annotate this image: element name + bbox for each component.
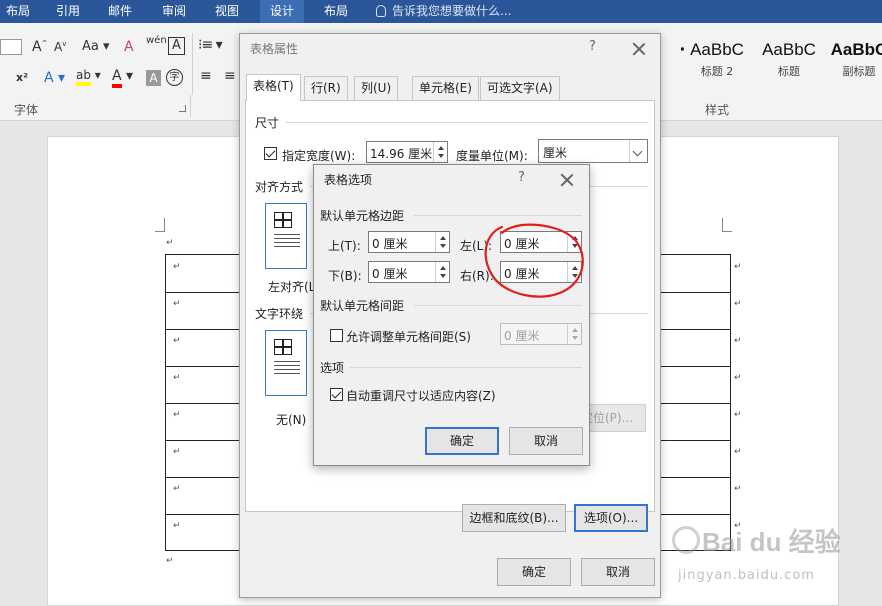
align-left-option[interactable] xyxy=(265,203,307,269)
align-left-icon xyxy=(274,212,300,256)
tab-alt-text[interactable]: 可选文字(A) xyxy=(480,76,560,100)
dialog-launcher-icon[interactable] xyxy=(179,105,186,112)
spin-arrows-icon xyxy=(433,142,447,162)
autoresize-checkbox[interactable] xyxy=(330,388,343,401)
bullets-icon[interactable]: ⁝≡ ▾ xyxy=(198,37,223,53)
right-margin-label: 右(R): xyxy=(460,269,494,283)
bottom-margin-spinner[interactable]: 0 厘米 xyxy=(368,261,450,283)
tab-review[interactable]: 审阅 xyxy=(160,0,188,23)
spin-arrows-icon xyxy=(567,232,581,252)
style-subtitle[interactable]: AaBbC 副标题 xyxy=(824,37,882,79)
highlight-icon[interactable]: ab ▾ xyxy=(76,68,101,86)
wrap-none-icon xyxy=(274,339,300,383)
align-left-icon[interactable]: ≡ xyxy=(200,68,212,84)
tab-table-layout[interactable]: 布局 xyxy=(322,0,350,23)
preferred-width-label: 指定宽度(W): xyxy=(282,149,356,163)
style-heading-2[interactable]: AaBbC 标题 2 xyxy=(680,37,754,79)
cell-margins-section-title: 默认单元格边距 xyxy=(320,209,405,223)
enclose-characters-icon[interactable]: 字 xyxy=(166,69,183,86)
left-margin-spinner[interactable]: 0 厘米 xyxy=(500,231,582,253)
text-effects-icon[interactable]: A ▾ xyxy=(44,70,65,86)
cancel-button[interactable]: 取消 xyxy=(581,558,655,586)
wrapping-none-option[interactable] xyxy=(265,330,307,396)
dialog-title: 表格选项 xyxy=(324,173,373,187)
style-title[interactable]: AaBbC 标题 xyxy=(752,37,826,79)
character-border-icon[interactable]: A xyxy=(168,37,185,55)
tab-layout[interactable]: 布局 xyxy=(4,0,32,23)
grow-font-icon[interactable]: A^ xyxy=(32,39,47,55)
wrapping-section-title: 文字环绕 xyxy=(255,307,304,321)
lightbulb-icon xyxy=(376,5,386,17)
tab-table[interactable]: 表格(T) xyxy=(246,74,301,101)
ok-button[interactable]: 确定 xyxy=(425,427,499,455)
close-icon[interactable] xyxy=(632,42,646,56)
styles-group-label: 样式 xyxy=(705,103,730,117)
phonetic-guide-icon[interactable]: wén xyxy=(146,35,167,46)
ok-button[interactable]: 确定 xyxy=(497,558,571,586)
options-button[interactable]: 选项(O)... xyxy=(574,504,648,532)
tab-design[interactable]: 设计 xyxy=(260,0,305,23)
superscript-icon[interactable]: x² xyxy=(16,71,28,84)
preferred-width-spinner[interactable]: 14.96 厘米 xyxy=(366,141,448,163)
shrink-font-icon[interactable]: Av xyxy=(54,40,66,54)
cell-spacing-spinner[interactable]: 0 厘米 xyxy=(500,323,582,345)
right-margin-spinner[interactable]: 0 厘米 xyxy=(500,261,582,283)
bottom-margin-label: 下(B): xyxy=(328,269,362,283)
character-shading-icon[interactable]: A xyxy=(146,70,161,86)
tell-me-search[interactable]: 告诉我您想要做什么... xyxy=(376,0,511,23)
spin-arrows-icon xyxy=(567,324,581,344)
tab-cell[interactable]: 单元格(E) xyxy=(412,76,479,100)
allow-spacing-checkbox[interactable] xyxy=(330,329,343,342)
ribbon-tab-bar: 布局 引用 邮件 审阅 视图 设计 布局 告诉我您想要做什么... xyxy=(0,0,882,23)
font-group-label: 字体 xyxy=(14,103,39,117)
chevron-down-icon xyxy=(629,140,647,162)
measure-in-label: 度量单位(M): xyxy=(456,149,528,163)
borders-shading-button[interactable]: 边框和底纹(B)... xyxy=(462,504,566,532)
allow-spacing-label: 允许调整单元格间距(S) xyxy=(346,330,471,344)
alignment-section-title: 对齐方式 xyxy=(255,180,304,194)
paragraph-mark: ↵ xyxy=(166,238,174,248)
help-icon[interactable]: ? xyxy=(589,39,596,54)
help-icon[interactable]: ? xyxy=(518,170,525,185)
table-options-dialog: 表格选项 ? 默认单元格边距 上(T): 0 厘米 左(L): 0 厘米 下(B… xyxy=(313,164,590,466)
change-case-icon[interactable]: Aa ▾ xyxy=(82,39,110,54)
font-size-dropdown[interactable] xyxy=(0,39,22,55)
preferred-width-checkbox[interactable] xyxy=(264,147,277,160)
tab-column[interactable]: 列(U) xyxy=(354,76,399,100)
options-section-title: 选项 xyxy=(320,361,345,375)
spin-arrows-icon xyxy=(567,262,581,282)
top-margin-label: 上(T): xyxy=(328,239,361,253)
measure-in-dropdown[interactable]: 厘米 xyxy=(538,139,648,163)
tab-mailings[interactable]: 邮件 xyxy=(106,0,134,23)
spin-arrows-icon xyxy=(435,232,449,252)
clear-formatting-icon[interactable]: A xyxy=(124,39,134,55)
wrapping-none-label: 无(N) xyxy=(276,413,307,427)
tab-references[interactable]: 引用 xyxy=(54,0,82,23)
top-margin-spinner[interactable]: 0 厘米 xyxy=(368,231,450,253)
tab-row[interactable]: 行(R) xyxy=(304,76,348,100)
close-icon[interactable] xyxy=(560,173,574,187)
font-color-icon[interactable]: A ▾ xyxy=(112,68,133,88)
cell-spacing-section-title: 默认单元格间距 xyxy=(320,299,405,313)
tab-view[interactable]: 视图 xyxy=(213,0,241,23)
tell-me-text: 告诉我您想要做什么... xyxy=(392,4,512,18)
cancel-button[interactable]: 取消 xyxy=(509,427,583,455)
spin-arrows-icon xyxy=(435,262,449,282)
size-section-title: 尺寸 xyxy=(255,116,280,130)
autoresize-label: 自动重调尺寸以适应内容(Z) xyxy=(346,389,496,403)
left-margin-label: 左(L): xyxy=(460,239,493,253)
align-center-icon[interactable]: ≡ xyxy=(224,68,236,84)
dialog-title: 表格属性 xyxy=(250,42,299,56)
